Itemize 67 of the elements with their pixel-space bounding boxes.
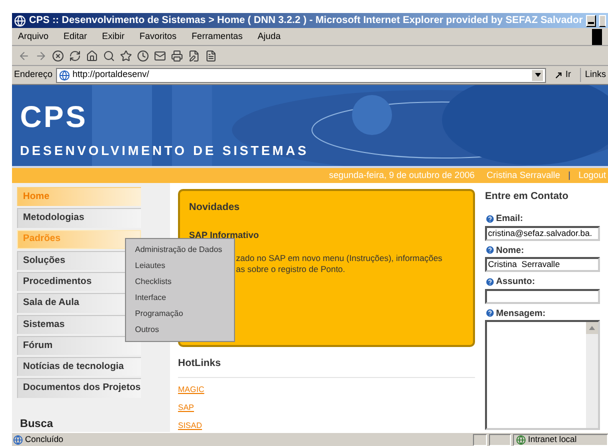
message-field[interactable] [485, 320, 600, 430]
history-icon[interactable] [137, 50, 149, 62]
help-icon[interactable] [485, 214, 495, 224]
field-label: Nome: [496, 244, 524, 256]
nav-item[interactable]: Documentos dos Projetos [17, 378, 141, 398]
menu-item[interactable]: Ajuda [258, 30, 281, 44]
status-pane [473, 434, 487, 446]
caret-icon [534, 73, 541, 77]
news-title: Novidades [189, 201, 241, 215]
search-title: Busca [19, 416, 54, 432]
mail-icon[interactable] [154, 50, 166, 62]
up-arrow-icon [589, 326, 595, 330]
field-label: Mensagem: [496, 306, 546, 320]
menu-item[interactable]: Exibir [102, 30, 125, 44]
go-button[interactable]: Ir [549, 68, 577, 82]
zone-text: Intranet local [528, 433, 577, 446]
links-label[interactable]: Links [580, 68, 606, 82]
news-text: zado no SAP em novo menu (Instruções), informações [236, 252, 444, 264]
help-icon[interactable] [485, 245, 495, 256]
maximize-button[interactable] [598, 14, 606, 26]
address-field[interactable]: http://portaldesenv/ [56, 68, 546, 82]
forward-icon[interactable] [35, 50, 47, 62]
browser-icon [14, 14, 26, 26]
refresh-icon[interactable] [69, 50, 81, 62]
news-item-title: SAP Informativo [189, 229, 260, 242]
status-page-icon [13, 434, 23, 444]
printer-icon[interactable] [171, 50, 183, 62]
go-arrow-icon [555, 71, 564, 79]
search-icon[interactable] [103, 50, 115, 62]
window-title: CPS :: Desenvolvimento de Sistemas > Home ( DNN 3.2.2 ) - Microsoft Internet Explorer provided by SEFAZ Salvador [29, 14, 583, 28]
nav-item[interactable]: Notícias de tecnologia [17, 357, 141, 376]
help-icon[interactable] [485, 308, 495, 318]
home-icon[interactable] [86, 50, 98, 62]
menu-item[interactable]: Ferramentas [192, 30, 243, 44]
site-subtitle: DESENVOLVIMENTO DE SISTEMAS [20, 142, 310, 160]
stop-icon[interactable] [52, 50, 64, 62]
contact-title: Entre em Contato [485, 190, 570, 204]
site-logo: CPS [20, 103, 89, 133]
dropdown-button[interactable] [532, 70, 544, 80]
field-label: Email: [496, 212, 524, 225]
nav-item[interactable]: Fórum [17, 336, 141, 356]
address-label: Endereço [14, 68, 53, 82]
document-icon[interactable] [205, 50, 217, 62]
separator-text: | [568, 168, 570, 182]
field-label: Assunto: [496, 275, 535, 288]
hotlinks-title: HotLinks [178, 357, 222, 372]
status-text: Concluído [25, 433, 64, 446]
nav-item[interactable]: Metodologias [17, 208, 141, 228]
windows-logo-icon [592, 28, 602, 44]
intranet-icon [516, 434, 526, 444]
edit-icon[interactable] [188, 50, 200, 62]
input-field[interactable]: cristina@sefaz.salvador.ba. [485, 226, 600, 240]
help-icon[interactable] [485, 276, 495, 287]
menu-item[interactable]: Favoritos [140, 30, 177, 44]
news-text: as sobre o registro de Ponto. [236, 264, 346, 274]
date-text: segunda-feira, 9 de outubro de 2006 [328, 168, 475, 182]
page-icon [58, 70, 70, 80]
status-pane [489, 434, 511, 446]
star-icon[interactable] [120, 50, 132, 62]
menu-item[interactable]: Arquivo [18, 30, 49, 44]
input-field[interactable] [485, 288, 600, 304]
back-icon[interactable] [18, 50, 30, 62]
scrollbar[interactable] [586, 322, 598, 428]
minimize-button[interactable] [586, 14, 596, 26]
input-field[interactable]: Cristina Serravalle [485, 257, 600, 272]
user-name: Cristina Serravalle [486, 168, 560, 182]
menu-item[interactable]: Editar [64, 30, 88, 44]
